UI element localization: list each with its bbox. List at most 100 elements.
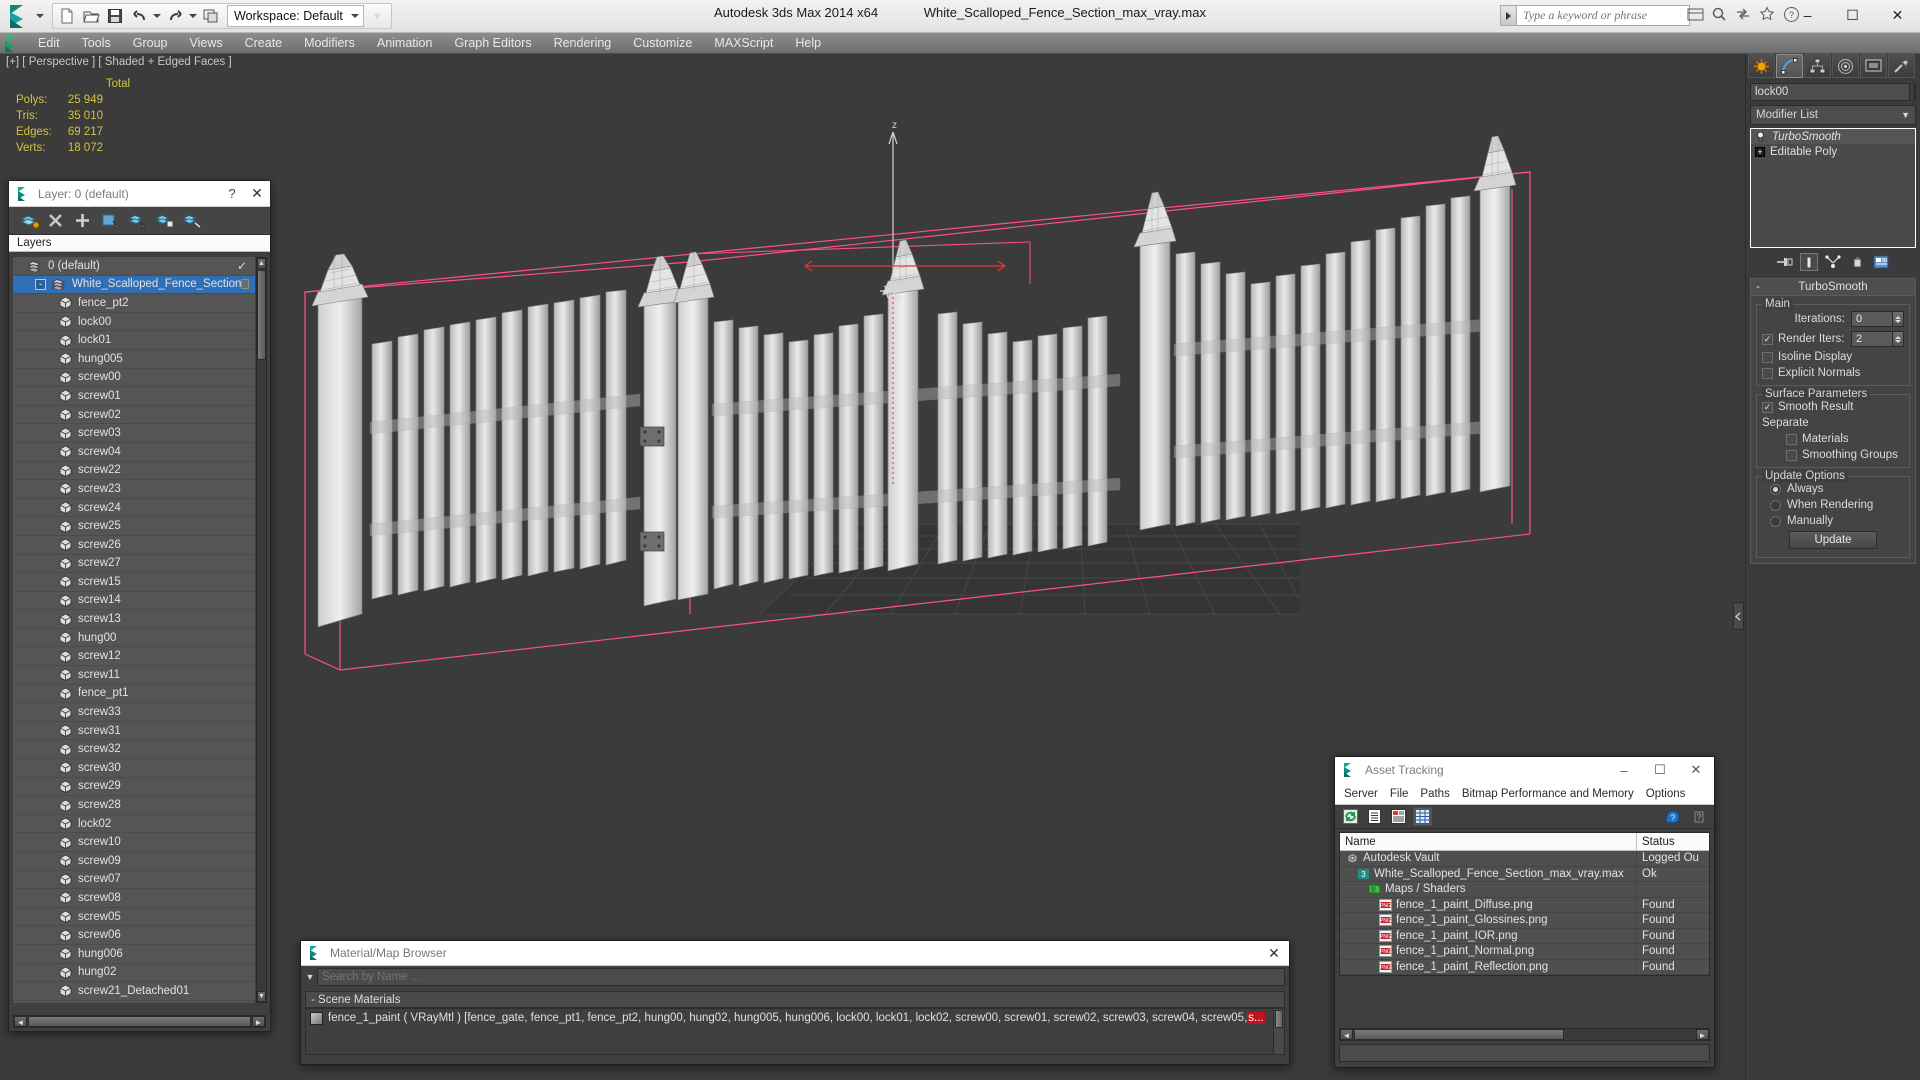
rollout-collapse-icon[interactable]: - [1756,281,1760,293]
layer-help-button[interactable]: ? [220,186,244,201]
layer-row[interactable]: - White_Scalloped_Fence_Section [13,275,255,295]
update-button[interactable]: Update [1789,531,1877,549]
layer-row[interactable]: 0 (default) ✓ [13,257,255,276]
layer-scroll-down-icon[interactable]: ▼ [257,991,266,1002]
app-menu-dropdown-icon[interactable] [36,14,44,18]
render-iters-spinner[interactable] [1893,331,1904,347]
scene-materials-list[interactable]: fence_1_paint ( VRayMtl ) [fence_gate, f… [305,1008,1285,1055]
update-manually-row[interactable]: Manually [1762,515,1904,527]
pin-stack-icon[interactable] [1776,253,1794,271]
layer-list-vertical-scrollbar[interactable]: ▲ ▼ [256,257,267,1003]
layer-object-row[interactable]: screw11 [13,666,255,685]
materials-row[interactable]: Materials [1762,433,1904,445]
redo-icon[interactable] [164,5,186,27]
smoothing-groups-checkbox[interactable] [1786,449,1797,461]
update-when-rendering-row[interactable]: When Rendering [1762,499,1904,511]
asset-hscroll-thumb[interactable] [1354,1029,1564,1040]
show-end-result-icon[interactable] [1800,253,1818,271]
material-list-item[interactable]: fence_1_paint ( VRayMtl ) [fence_gate, f… [306,1009,1284,1027]
help-add-icon[interactable]: ? [1662,807,1681,826]
layer-object-row[interactable]: screw08 [13,889,255,908]
exchange-icon[interactable] [1735,6,1752,23]
layer-object-row[interactable]: lock00 [13,313,255,332]
modifier-stack-item-turbosmooth[interactable]: TurboSmooth [1751,129,1915,144]
iterations-spinner[interactable] [1893,311,1904,327]
layer-object-row[interactable]: screw09 [13,852,255,871]
isoline-display-row[interactable]: Isoline Display [1762,351,1904,363]
layer-list[interactable]: 0 (default) ✓ - White_Scalloped_Fence_Secti… [13,257,255,1003]
update-always-radio[interactable] [1770,483,1781,495]
layer-object-row[interactable]: hung02 [13,964,255,983]
layer-object-row[interactable]: screw04 [13,443,255,462]
asset-tracking-table[interactable]: Name Status Autodesk Vault Logged Ou 3 Whit… [1339,832,1710,976]
asset-name-cell[interactable]: PNG fence_1_paint_Normal.png [1340,943,1637,959]
asset-table-row[interactable]: PNG fence_1_paint_Glossines.png Found [1340,912,1709,929]
asset-table-horizontal-scrollbar[interactable]: ◄ ► [1339,1028,1710,1041]
layer-object-row[interactable]: lock02 [13,815,255,834]
new-file-icon[interactable] [56,5,78,27]
layer-object-row[interactable]: screw07 [13,871,255,890]
layer-object-row[interactable]: screw12 [13,647,255,667]
layer-object-row[interactable]: screw03 [13,424,255,443]
select-highlighted-objects-layers-icon[interactable] [128,213,146,228]
asset-tracking-close-button[interactable]: ✕ [1678,758,1714,783]
asset-menu-bitmap-performance-and-memory[interactable]: Bitmap Performance and Memory [1456,786,1640,802]
scene-materials-group-header[interactable]: - Scene Materials [305,991,1285,1008]
filter-funnel-icon[interactable]: ▼ [303,972,317,982]
layer-object-row[interactable]: screw30 [13,759,255,778]
update-manually-radio[interactable] [1770,515,1781,527]
asset-tracking-maximize-button[interactable]: ☐ [1642,758,1678,783]
asset-hscroll-right-icon[interactable]: ► [1696,1029,1709,1040]
menu-edit[interactable]: Edit [27,34,71,52]
layer-manager-window[interactable]: Layer: 0 (default) ? ✕ Layers 0 (default… [8,180,271,1032]
layer-object-row[interactable]: screw05 [13,908,255,927]
favorites-icon[interactable] [1759,6,1776,23]
object-name-input[interactable] [1750,83,1910,101]
make-unique-icon[interactable] [1824,253,1842,271]
iterations-value[interactable]: 0 [1851,311,1893,327]
turbosmooth-rollout[interactable]: - TurboSmooth Main Iterations: 0 ✓ Rende… [1750,278,1916,564]
explicit-normals-checkbox[interactable] [1762,367,1773,379]
asset-table-row[interactable]: PNG fence_1_paint_Normal.png Found [1340,943,1709,960]
create-new-layer-icon[interactable] [20,213,40,229]
detail-view-icon[interactable] [1389,807,1408,826]
menu-group[interactable]: Group [122,34,179,52]
layer-object-row[interactable]: screw29 [13,778,255,797]
rollout-title-bar[interactable]: - TurboSmooth [1751,279,1915,296]
asset-table-row[interactable]: 3 White_Scalloped_Fence_Section_max_vray.… [1340,866,1709,882]
help-icon[interactable]: ? [1689,807,1708,826]
asset-name-cell[interactable]: Maps / Shaders [1340,881,1637,897]
highlight-selected-objects-layers-icon[interactable] [155,213,174,228]
app-logo-icon[interactable] [6,3,36,29]
undo-icon[interactable] [128,5,150,27]
grid-view-icon[interactable] [1413,807,1432,826]
layer-object-row[interactable]: screw26 [13,536,255,555]
layer-object-row[interactable]: screw28 [13,796,255,815]
layer-hscroll-right-icon[interactable]: ► [252,1016,265,1027]
hierarchy-tab[interactable] [1804,54,1831,78]
refresh-icon[interactable] [1341,807,1360,826]
search-icon[interactable] [1711,6,1728,23]
asset-table-row[interactable]: PNG fence_1_paint_IOR.png Found [1340,928,1709,944]
delete-layer-icon[interactable] [48,213,65,228]
material-search-input[interactable] [317,968,1285,986]
display-tab[interactable] [1860,54,1887,78]
layer-object-row[interactable]: hung005 [13,350,255,369]
layer-scroll-up-icon[interactable]: ▲ [257,258,266,269]
add-to-layer-icon[interactable] [75,213,92,228]
lightbulb-icon[interactable] [1755,131,1766,142]
menu-animation[interactable]: Animation [366,34,444,52]
menu-maxscript[interactable]: MAXScript [703,34,784,52]
asset-name-cell[interactable]: PNG fence_1_paint_IOR.png [1340,928,1637,944]
asset-column-name[interactable]: Name [1340,832,1637,851]
layer-object-row[interactable]: fence_pt2 [13,294,255,313]
configure-modifier-sets-icon[interactable] [1872,253,1890,271]
explicit-normals-row[interactable]: Explicit Normals [1762,367,1904,379]
search-expand-icon[interactable] [1501,6,1517,25]
layer-object-row[interactable]: screw15 [13,573,255,592]
layer-object-row[interactable]: screw02 [13,406,255,425]
layer-hscroll-left-icon[interactable]: ◄ [14,1016,27,1027]
layer-object-row[interactable]: screw24 [13,499,255,518]
open-file-icon[interactable] [80,5,102,27]
layer-object-row[interactable]: screw10 [13,833,255,852]
